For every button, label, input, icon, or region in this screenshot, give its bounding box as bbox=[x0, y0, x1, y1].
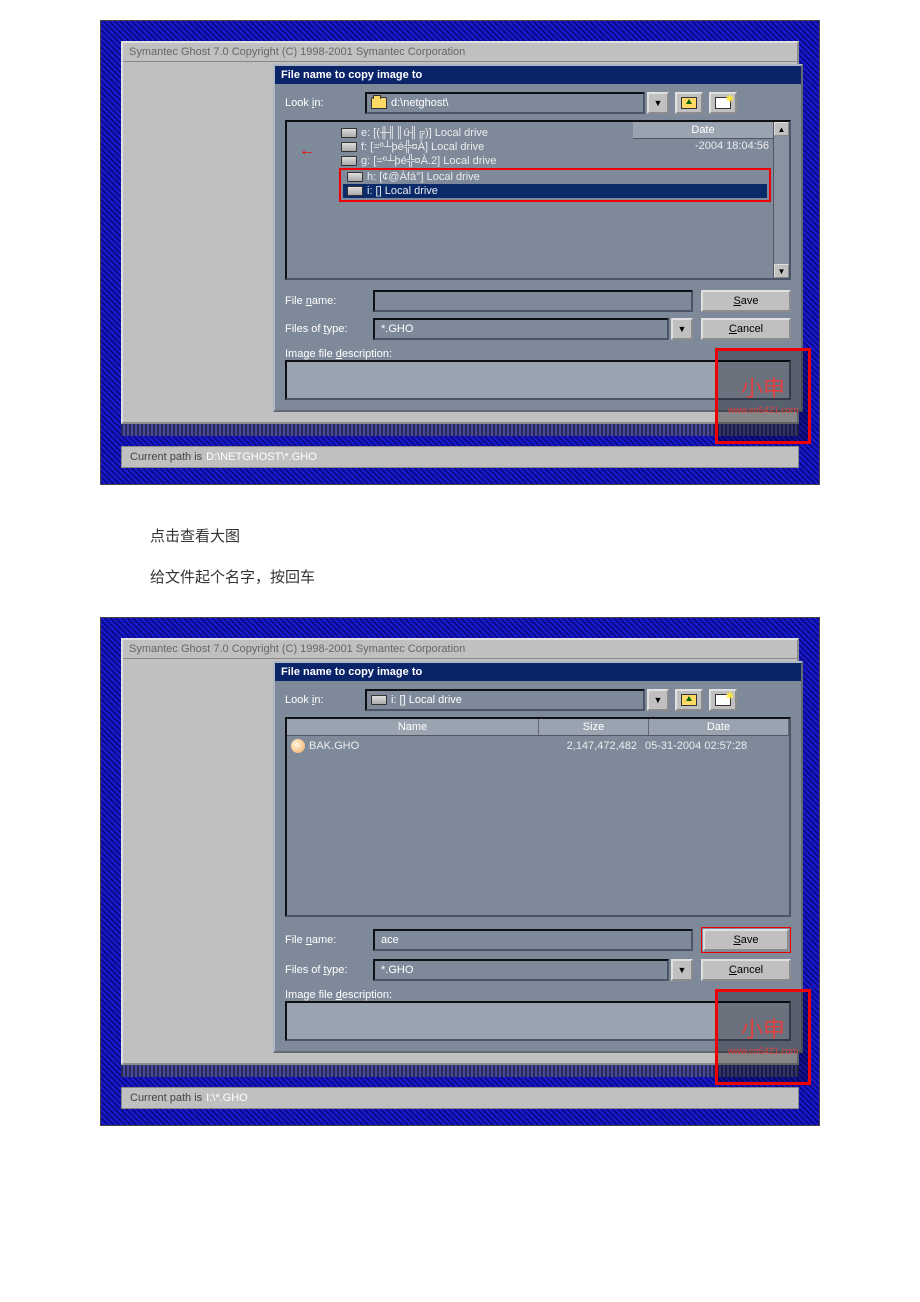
status-bar: Current path is D:\NETGHOST\*.GHO bbox=[121, 446, 799, 468]
inner-window: Symantec Ghost 7.0 Copyright (C) 1998-20… bbox=[121, 41, 799, 424]
disk-icon bbox=[341, 156, 357, 166]
decorative-divider bbox=[121, 424, 799, 436]
new-folder-button[interactable] bbox=[709, 689, 737, 711]
up-folder-button[interactable] bbox=[675, 92, 703, 114]
new-folder-icon bbox=[715, 694, 731, 706]
drive-item-selected[interactable]: i: [] Local drive bbox=[343, 184, 767, 198]
file-name-label: File name: bbox=[285, 295, 365, 307]
status-bar: Current path is I:\*.GHO bbox=[121, 1087, 799, 1109]
look-in-dropdown-button[interactable]: ▼ bbox=[647, 92, 669, 114]
dialog-title: File name to copy image to bbox=[275, 663, 801, 681]
file-type-label: Files of type: bbox=[285, 964, 365, 976]
folder-up-icon bbox=[681, 694, 697, 706]
scroll-up-button[interactable]: ▲ bbox=[774, 122, 789, 136]
look-in-value: d:\netghost\ bbox=[391, 97, 449, 109]
dialog-title: File name to copy image to bbox=[275, 66, 801, 84]
size-column-header[interactable]: Size bbox=[539, 719, 649, 735]
ghost-app-frame-1: Symantec Ghost 7.0 Copyright (C) 1998-20… bbox=[100, 20, 820, 485]
watermark-stamp: 小申 www.cn5421.com bbox=[715, 348, 811, 444]
caption-1: 点击查看大图 bbox=[0, 515, 920, 556]
file-type-dropdown-button[interactable]: ▼ bbox=[671, 959, 693, 981]
file-type-combo[interactable] bbox=[373, 318, 669, 340]
look-in-combo[interactable]: i: [] Local drive bbox=[365, 689, 645, 711]
look-in-combo[interactable]: d:\netghost\ bbox=[365, 92, 645, 114]
watermark-stamp: 小申 www.cn5421.com bbox=[715, 989, 811, 1085]
new-folder-button[interactable] bbox=[709, 92, 737, 114]
new-folder-icon bbox=[715, 97, 731, 109]
file-list-area: ← Date -2004 18:04:56 e: [(╫╢║ú╢╔)] Loca… bbox=[285, 120, 791, 280]
ghost-app-frame-2: Symantec Ghost 7.0 Copyright (C) 1998-20… bbox=[100, 617, 820, 1126]
annotation-arrow: ← bbox=[299, 142, 315, 160]
file-type-dropdown-button[interactable]: ▼ bbox=[671, 318, 693, 340]
look-in-label: Look in: bbox=[285, 694, 365, 706]
save-button[interactable]: Save bbox=[701, 290, 791, 312]
scroll-track[interactable] bbox=[774, 136, 789, 264]
disk-icon bbox=[341, 142, 357, 152]
file-row[interactable]: BAK.GHO 2,147,472,482 05-31-2004 02:57:2… bbox=[287, 738, 789, 754]
drive-item[interactable]: g: [=º┴þé╬¤À.2] Local drive bbox=[337, 154, 773, 168]
disk-icon bbox=[371, 695, 387, 705]
annotation-red-box: h: [¢@Àfá°] Local drive i: [] Local driv… bbox=[339, 168, 771, 202]
scroll-down-button[interactable]: ▼ bbox=[774, 264, 789, 278]
inner-window: Symantec Ghost 7.0 Copyright (C) 1998-20… bbox=[121, 638, 799, 1065]
decorative-divider bbox=[121, 1065, 799, 1077]
annotation-red-box: Save bbox=[701, 927, 791, 953]
gho-file-icon bbox=[291, 739, 305, 753]
app-title-bar: Symantec Ghost 7.0 Copyright (C) 1998-20… bbox=[123, 43, 797, 62]
folder-up-icon bbox=[681, 97, 697, 109]
up-folder-button[interactable] bbox=[675, 689, 703, 711]
date-column-header[interactable]: Date bbox=[649, 719, 789, 735]
file-name-input[interactable] bbox=[373, 290, 693, 312]
file-name-label: File name: bbox=[285, 934, 365, 946]
caption-2: 给文件起个名字，按回车 bbox=[0, 556, 920, 597]
look-in-value: i: [] Local drive bbox=[391, 694, 462, 706]
look-in-label: Look in: bbox=[285, 97, 365, 109]
status-path: D:\NETGHOST\*.GHO bbox=[206, 451, 317, 463]
cancel-button[interactable]: Cancel bbox=[701, 959, 791, 981]
file-type-label: Files of type: bbox=[285, 323, 365, 335]
save-button[interactable]: Save bbox=[703, 929, 789, 951]
file-list-area: Name Size Date BAK.GHO 2,147,472,482 05-… bbox=[285, 717, 791, 917]
status-path: I:\*.GHO bbox=[206, 1092, 248, 1104]
file-list-scrollbar[interactable]: ▲ ▼ bbox=[773, 122, 789, 278]
name-column-header[interactable]: Name bbox=[287, 719, 539, 735]
disk-icon bbox=[347, 186, 363, 196]
cancel-button[interactable]: Cancel bbox=[701, 318, 791, 340]
date-column-header: Date bbox=[633, 122, 773, 139]
drive-item[interactable]: h: [¢@Àfá°] Local drive bbox=[343, 170, 767, 184]
file-type-combo[interactable] bbox=[373, 959, 669, 981]
partial-date-value: -2004 18:04:56 bbox=[695, 140, 769, 152]
app-title-bar: Symantec Ghost 7.0 Copyright (C) 1998-20… bbox=[123, 640, 797, 659]
folder-icon bbox=[371, 97, 387, 109]
disk-icon bbox=[347, 172, 363, 182]
look-in-dropdown-button[interactable]: ▼ bbox=[647, 689, 669, 711]
disk-icon bbox=[341, 128, 357, 138]
file-list-header: Name Size Date bbox=[287, 719, 789, 736]
file-name-input[interactable] bbox=[373, 929, 693, 951]
